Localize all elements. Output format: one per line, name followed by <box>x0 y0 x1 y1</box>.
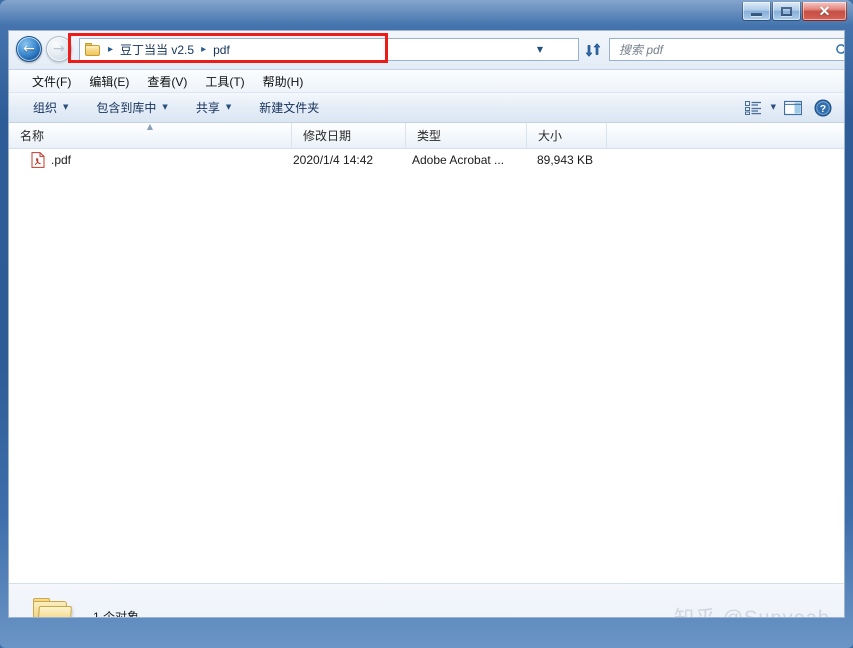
minimize-icon <box>751 13 762 16</box>
folder-icon <box>33 597 77 617</box>
command-toolbar: 组织 ▼ 包含到库中 ▼ 共享 ▼ 新建文件夹 ▼ ? <box>9 93 844 123</box>
status-item-count: 1 个对象 <box>93 609 140 618</box>
refresh-button[interactable] <box>582 38 604 61</box>
toolbar-new-folder-button[interactable]: 新建文件夹 <box>251 96 327 119</box>
view-options-icon <box>745 100 762 115</box>
menu-item-help[interactable]: 帮助(H) <box>254 71 313 92</box>
window-controls: ✕ <box>742 2 847 21</box>
column-header-name-label: 名称 <box>20 129 45 143</box>
help-button[interactable]: ? <box>810 97 836 119</box>
navigation-bar: ← → ▸ 豆丁当当 v2.5 ▸ pdf ▼ <box>9 31 844 70</box>
preview-pane-button[interactable] <box>780 97 806 119</box>
chevron-down-icon: ▼ <box>225 103 232 111</box>
file-list[interactable]: .pdf 2020/1/4 14:42 Adobe Acrobat ... 89… <box>9 149 844 583</box>
pdf-file-icon <box>31 152 45 168</box>
toolbar-include-in-library-button[interactable]: 包含到库中 ▼ <box>88 96 175 119</box>
column-header-type-label: 类型 <box>417 129 442 143</box>
chevron-down-icon: ▼ <box>162 103 168 111</box>
search-box[interactable] <box>609 38 844 61</box>
column-header-row: ▲ 名称 修改日期 类型 大小 <box>9 123 844 149</box>
watermark: 知乎 @Sunyeah <box>674 602 830 618</box>
column-header-type[interactable]: 类型 <box>406 123 527 148</box>
chevron-down-icon: ▼ <box>63 103 69 111</box>
column-header-name[interactable]: ▲ 名称 <box>9 123 292 148</box>
breadcrumb-item-1[interactable]: pdf <box>210 43 233 57</box>
search-input[interactable] <box>617 39 830 60</box>
toolbar-share-button[interactable]: 共享 ▼ <box>188 96 239 119</box>
breadcrumb-separator-0: ▸ <box>108 43 114 55</box>
toolbar-share-label: 共享 <box>195 101 220 115</box>
file-date-cell: 2020/1/4 14:42 <box>293 153 374 167</box>
menu-item-view[interactable]: 查看(V) <box>138 71 196 92</box>
status-bar: 1 个对象 知乎 @Sunyeah <box>9 583 844 618</box>
menu-item-edit[interactable]: 编辑(E) <box>80 71 138 92</box>
maximize-icon <box>781 6 792 16</box>
refresh-icon <box>585 42 601 57</box>
toolbar-include-in-library-label: 包含到库中 <box>96 101 157 115</box>
file-size-cell: 89,943 KB <box>537 153 594 167</box>
maximize-button[interactable] <box>772 2 801 21</box>
search-icon[interactable] <box>830 43 844 57</box>
address-bar[interactable]: ▸ 豆丁当当 v2.5 ▸ pdf ▼ <box>79 38 579 61</box>
file-name-cell: .pdf <box>9 152 292 168</box>
client-area: ← → ▸ 豆丁当当 v2.5 ▸ pdf ▼ 搜索 pdf 文件(F) 编辑(… <box>8 30 845 618</box>
toolbar-organize-button[interactable]: 组织 ▼ <box>25 96 76 119</box>
title-bar: ✕ <box>0 0 853 30</box>
column-header-filler <box>607 123 844 148</box>
preview-pane-icon <box>784 100 802 115</box>
view-options-button[interactable] <box>741 97 767 119</box>
minimize-button[interactable] <box>742 2 771 21</box>
close-button[interactable]: ✕ <box>802 2 847 21</box>
view-options-chevron-down-icon[interactable]: ▼ <box>771 104 776 111</box>
menu-item-file[interactable]: 文件(F) <box>23 71 80 92</box>
menu-item-tools[interactable]: 工具(T) <box>196 71 253 92</box>
svg-text:?: ? <box>820 103 826 115</box>
breadcrumb: ▸ 豆丁当当 v2.5 ▸ pdf <box>80 39 233 60</box>
help-icon: ? <box>814 99 832 116</box>
column-header-size-label: 大小 <box>538 129 563 143</box>
sort-ascending-icon: ▲ <box>146 122 154 131</box>
toolbar-right-group: ▼ ? <box>741 93 836 122</box>
close-icon: ✕ <box>818 3 831 19</box>
toolbar-new-folder-label: 新建文件夹 <box>259 101 320 115</box>
forward-button[interactable]: → <box>46 36 72 62</box>
column-header-date[interactable]: 修改日期 <box>292 123 406 148</box>
back-button[interactable]: ← <box>16 36 42 62</box>
breadcrumb-item-0[interactable]: 豆丁当当 v2.5 <box>117 41 197 58</box>
breadcrumb-separator-1: ▸ <box>201 43 207 55</box>
explorer-window: ✕ ← → ▸ 豆丁当当 v2.5 ▸ pdf ▼ 搜索 pdf 文件(F) 编… <box>0 0 853 648</box>
table-row[interactable]: .pdf 2020/1/4 14:42 Adobe Acrobat ... 89… <box>9 149 844 171</box>
address-dropdown-button[interactable]: ▼ <box>530 39 550 60</box>
toolbar-organize-label: 组织 <box>33 101 58 115</box>
column-header-size[interactable]: 大小 <box>527 123 607 148</box>
file-type-cell: Adobe Acrobat ... <box>412 153 505 167</box>
folder-icon <box>85 43 101 56</box>
file-name-label: .pdf <box>51 153 72 167</box>
menu-bar: 文件(F) 编辑(E) 查看(V) 工具(T) 帮助(H) <box>9 70 844 93</box>
forward-arrow-icon: → <box>53 41 65 57</box>
back-arrow-icon: ← <box>23 41 35 57</box>
column-header-date-label: 修改日期 <box>303 129 352 143</box>
